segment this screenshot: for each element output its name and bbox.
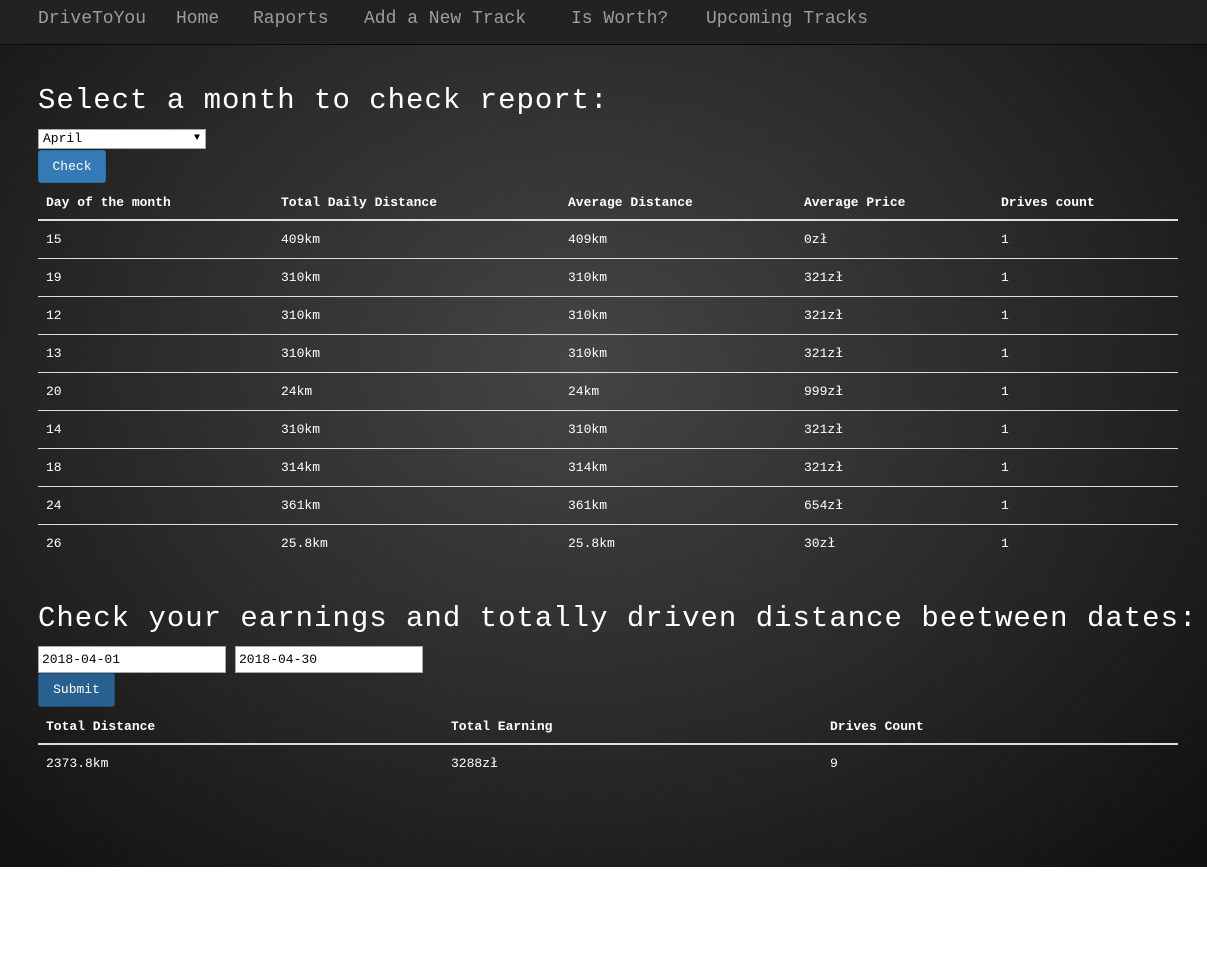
table-cell: 2373.8km: [46, 756, 109, 771]
table-cell: 310km: [273, 257, 560, 296]
table-cell: 310km: [273, 295, 560, 334]
check-button[interactable]: Check: [38, 150, 106, 183]
table-header-row: Total Distance Total Earning Drives Coun…: [38, 710, 1178, 745]
table-cell: 24km: [273, 371, 560, 410]
table-cell: 310km: [560, 257, 796, 296]
table-row: 2373.8km 3288zł 9: [38, 744, 1178, 782]
top-navbar: DriveToYou Home Raports Add a New Track …: [0, 0, 1207, 45]
date-from-input[interactable]: 2018-04-01: [38, 646, 226, 673]
table-cell: 1: [993, 447, 1178, 486]
table-row: 26 25.8km 25.8km 30zł 1: [38, 523, 1178, 562]
month-select[interactable]: April ▼: [38, 129, 206, 149]
table-cell: 314km: [273, 447, 560, 486]
column-header: Total Earning: [443, 710, 822, 745]
table-cell: 999zł: [796, 371, 993, 410]
earnings-table: Total Distance Total Earning Drives Coun…: [38, 710, 1178, 782]
table-row: 20 24km 24km 999zł 1: [38, 371, 1178, 410]
nav-raports[interactable]: Raports: [253, 9, 329, 29]
table-cell: 321zł: [796, 333, 993, 372]
table-cell: 15: [46, 231, 62, 247]
table-cell: 1: [993, 333, 1178, 372]
table-cell: 24km: [560, 371, 796, 410]
table-row: 18 314km 314km 321zł 1: [38, 447, 1178, 486]
table-cell: 13: [38, 333, 273, 372]
table-header-row: Day of the month Total Daily Distance Av…: [38, 186, 1178, 221]
table-cell: 25.8km: [273, 523, 560, 562]
table-row: 13 310km 310km 321zł 1: [38, 333, 1178, 372]
table-cell: 409km: [281, 231, 321, 247]
dropdown-arrow-icon: ▼: [193, 133, 200, 144]
month-select-value: April: [43, 131, 83, 146]
column-header: Average Distance: [560, 186, 796, 221]
monthly-report-table: Day of the month Total Daily Distance Av…: [38, 186, 1178, 562]
table-cell: 314km: [560, 447, 796, 486]
table-cell: 310km: [560, 409, 796, 448]
column-header: Average Price: [796, 186, 993, 221]
table-row: 12 310km 310km 321zł 1: [38, 295, 1178, 334]
table-cell: 1: [993, 485, 1178, 524]
table-cell: 0zł: [804, 231, 828, 247]
table-cell: 1: [993, 371, 1178, 410]
table-cell: 310km: [273, 409, 560, 448]
table-cell: 3288zł: [451, 756, 498, 771]
table-row: 14 310km 310km 321zł 1: [38, 409, 1178, 448]
column-header: Drives Count: [822, 710, 1178, 745]
submit-button[interactable]: Submit: [38, 673, 115, 707]
column-header: Drives count: [993, 186, 1178, 221]
table-row: 15 409km 409km 0zł 1: [38, 220, 1178, 258]
table-cell: 310km: [560, 333, 796, 372]
table-cell: 1: [993, 523, 1178, 562]
table-cell: 310km: [273, 333, 560, 372]
table-cell: 12: [38, 295, 273, 334]
table-cell: 19: [38, 257, 273, 296]
table-cell: 361km: [560, 485, 796, 524]
nav-is-worth[interactable]: Is Worth?: [571, 9, 668, 29]
nav-add-new-track[interactable]: Add a New Track: [364, 9, 526, 29]
table-cell: 1: [1001, 231, 1009, 247]
table-cell: 18: [38, 447, 273, 486]
table-cell: 654zł: [796, 485, 993, 524]
table-cell: 30zł: [796, 523, 993, 562]
table-cell: 361km: [273, 485, 560, 524]
table-cell: 321zł: [796, 409, 993, 448]
table-row: 24 361km 361km 654zł 1: [38, 485, 1178, 524]
nav-home[interactable]: Home: [176, 9, 219, 29]
table-cell: 310km: [560, 295, 796, 334]
table-cell: 321zł: [796, 447, 993, 486]
column-header: Day of the month: [38, 186, 273, 221]
page-background: DriveToYou Home Raports Add a New Track …: [0, 0, 1207, 867]
table-cell: 1: [993, 257, 1178, 296]
table-cell: 26: [38, 523, 273, 562]
column-header: Total Distance: [38, 710, 443, 745]
table-cell: 321zł: [796, 257, 993, 296]
table-row: 19 310km 310km 321zł 1: [38, 257, 1178, 296]
table-cell: 25.8km: [560, 523, 796, 562]
table-cell: 24: [38, 485, 273, 524]
table-cell: 409km: [568, 231, 608, 247]
brand-link[interactable]: DriveToYou: [38, 9, 146, 29]
date-to-input[interactable]: 2018-04-30: [235, 646, 423, 673]
earnings-heading: Check your earnings and totally driven d…: [38, 602, 1198, 635]
table-cell: 1: [993, 409, 1178, 448]
table-cell: 321zł: [796, 295, 993, 334]
column-header: Total Daily Distance: [273, 186, 560, 221]
table-cell: 1: [993, 295, 1178, 334]
table-cell: 14: [38, 409, 273, 448]
nav-upcoming-tracks[interactable]: Upcoming Tracks: [706, 9, 868, 29]
table-cell: 20: [38, 371, 273, 410]
table-cell: 9: [830, 756, 838, 771]
monthly-report-heading: Select a month to check report:: [38, 84, 609, 117]
